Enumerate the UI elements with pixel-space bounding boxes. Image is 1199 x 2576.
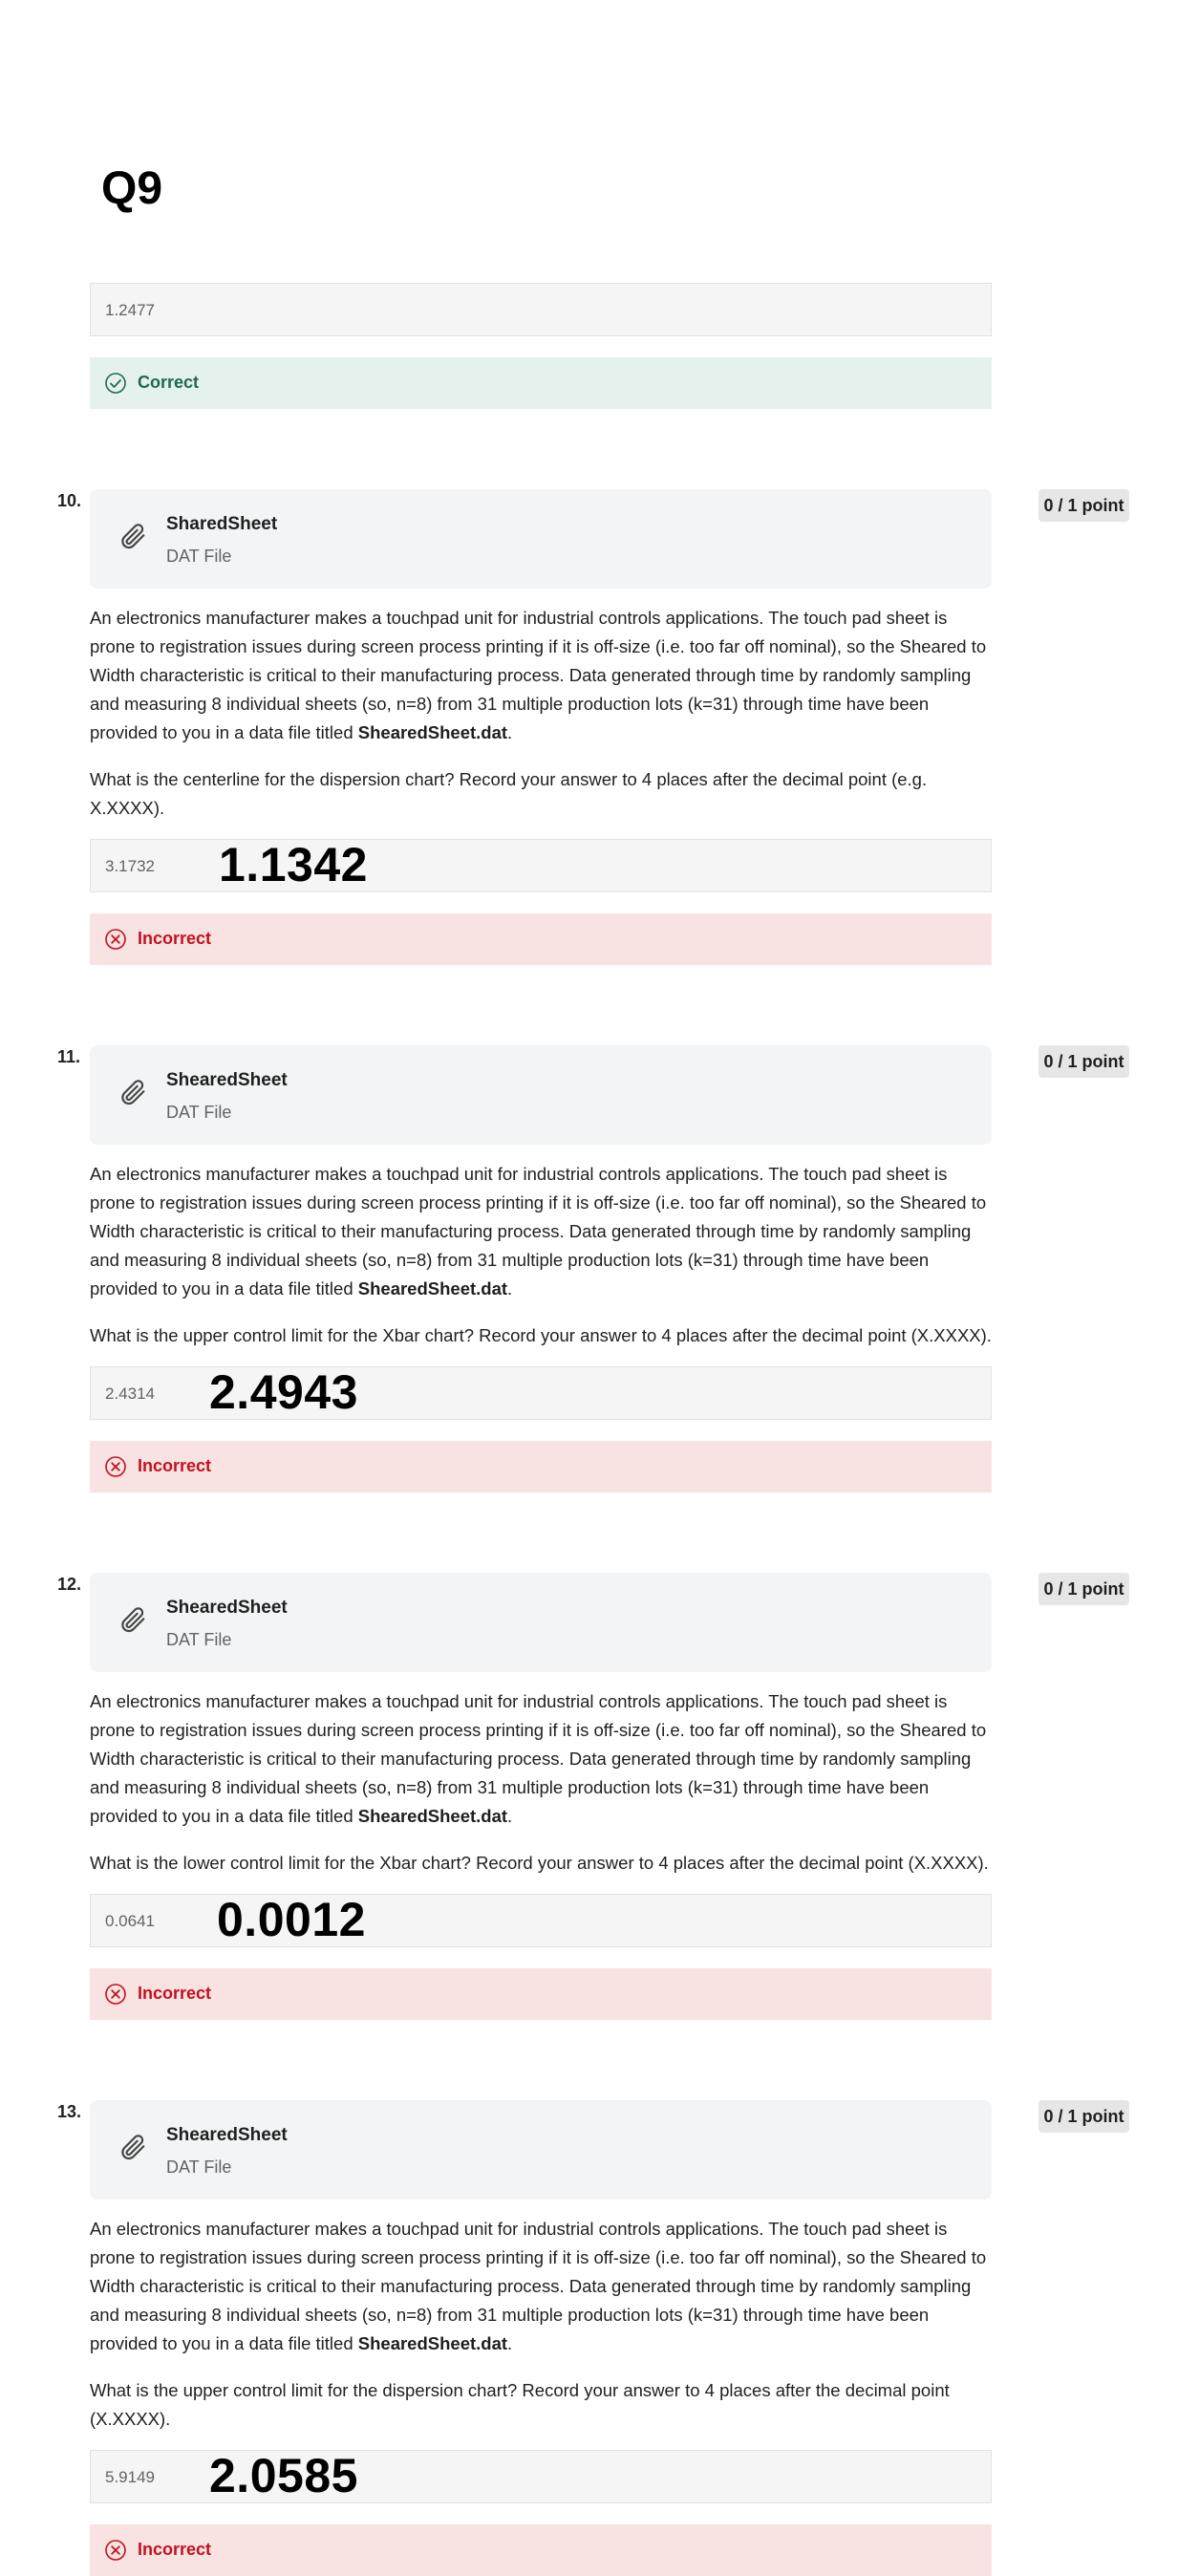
attachment-name: ShearedSheet bbox=[166, 2125, 288, 2145]
page-title: Q9 bbox=[101, 163, 163, 214]
handwritten-answer: 1.1342 bbox=[219, 838, 368, 891]
feedback-incorrect: Incorrect bbox=[90, 1441, 992, 1492]
attachment-type: DAT File bbox=[166, 1103, 232, 1122]
points-badge: 0 / 1 point bbox=[1038, 2100, 1129, 2133]
prompt-text: An electronics manufacturer makes a touc… bbox=[90, 1691, 987, 1826]
question-prompt: An electronics manufacturer makes a touc… bbox=[90, 2219, 987, 2353]
feedback-incorrect: Incorrect bbox=[90, 1968, 992, 2020]
attachment-card[interactable]: ShearedSheet DAT File bbox=[90, 2100, 992, 2200]
attachment-card[interactable]: ShearedSheet DAT File bbox=[90, 1045, 992, 1145]
points-badge: 0 / 1 point bbox=[1038, 1573, 1129, 1605]
answer-value: 1.2477 bbox=[105, 301, 155, 319]
feedback-label: Incorrect bbox=[138, 929, 212, 948]
points-badge: 0 / 1 point bbox=[1038, 489, 1129, 522]
q9-answer-field[interactable]: 1.2477 bbox=[90, 283, 992, 336]
question-prompt: An electronics manufacturer makes a touc… bbox=[90, 1164, 987, 1299]
question-prompt: An electronics manufacturer makes a touc… bbox=[90, 608, 987, 742]
answer-field[interactable]: 5.9149 2.0585 bbox=[90, 2449, 992, 2503]
handwritten-answer: 0.0012 bbox=[217, 1893, 366, 1946]
attachment-card[interactable]: SharedSheet DAT File bbox=[90, 489, 992, 589]
x-circle-icon bbox=[105, 1456, 126, 1477]
feedback-incorrect: Incorrect bbox=[90, 913, 992, 965]
file-reference: ShearedSheet.dat bbox=[357, 1806, 508, 1826]
prompt-text: An electronics manufacturer makes a touc… bbox=[90, 608, 987, 742]
paperclip-icon bbox=[121, 524, 145, 549]
check-circle-icon bbox=[105, 373, 126, 394]
attachment-type: DAT File bbox=[166, 547, 232, 566]
x-circle-icon bbox=[105, 929, 126, 950]
question-number: 11. bbox=[57, 1047, 81, 1066]
prompt-text: An electronics manufacturer makes a touc… bbox=[90, 2219, 987, 2353]
feedback-label: Incorrect bbox=[138, 1984, 212, 2003]
question-text: What is the upper control limit for the … bbox=[90, 1325, 992, 1345]
question-number: 12. bbox=[57, 1575, 82, 1594]
answer-value: 5.9149 bbox=[105, 2468, 155, 2486]
answer-value: 0.0641 bbox=[105, 1912, 155, 1930]
feedback-incorrect: Incorrect bbox=[90, 2524, 992, 2576]
question-number: 10. bbox=[57, 491, 82, 510]
attachment-name: SharedSheet bbox=[166, 514, 278, 534]
feedback-label: Incorrect bbox=[138, 1456, 212, 1475]
file-reference: ShearedSheet.dat bbox=[357, 2333, 508, 2353]
file-reference: ShearedSheet.dat bbox=[357, 722, 508, 742]
question-text: What is the upper control limit for the … bbox=[90, 2380, 950, 2429]
paperclip-icon bbox=[121, 2135, 145, 2160]
answer-field[interactable]: 0.0641 0.0012 bbox=[90, 1893, 992, 1947]
answer-value: 3.1732 bbox=[105, 857, 155, 875]
handwritten-answer: 2.0585 bbox=[209, 2449, 358, 2502]
question-text: What is the lower control limit for the … bbox=[90, 1853, 989, 1873]
q9-feedback-correct: Correct bbox=[90, 357, 992, 409]
answer-value: 2.4314 bbox=[105, 1385, 155, 1403]
attachment-card[interactable]: ShearedSheet DAT File bbox=[90, 1573, 992, 1672]
attachment-type: DAT File bbox=[166, 2157, 232, 2177]
file-reference: ShearedSheet.dat bbox=[357, 1278, 508, 1299]
attachment-name: ShearedSheet bbox=[166, 1070, 288, 1090]
attachment-name: ShearedSheet bbox=[166, 1598, 288, 1618]
prompt-text: An electronics manufacturer makes a touc… bbox=[90, 1164, 987, 1299]
x-circle-icon bbox=[105, 2540, 126, 2561]
feedback-label: Correct bbox=[138, 373, 200, 392]
answer-field[interactable]: 2.4314 2.4943 bbox=[90, 1365, 992, 1420]
question-text: What is the centerline for the dispersio… bbox=[90, 769, 928, 818]
paperclip-icon bbox=[121, 1607, 145, 1633]
attachment-type: DAT File bbox=[166, 1630, 232, 1649]
handwritten-answer: 2.4943 bbox=[209, 1365, 358, 1419]
x-circle-icon bbox=[105, 1984, 126, 2005]
points-badge: 0 / 1 point bbox=[1038, 1045, 1129, 1078]
paperclip-icon bbox=[121, 1080, 145, 1106]
question-prompt: An electronics manufacturer makes a touc… bbox=[90, 1691, 987, 1826]
answer-field[interactable]: 3.1732 1.1342 bbox=[90, 838, 992, 892]
feedback-label: Incorrect bbox=[138, 2540, 212, 2559]
question-number: 13. bbox=[57, 2102, 82, 2121]
